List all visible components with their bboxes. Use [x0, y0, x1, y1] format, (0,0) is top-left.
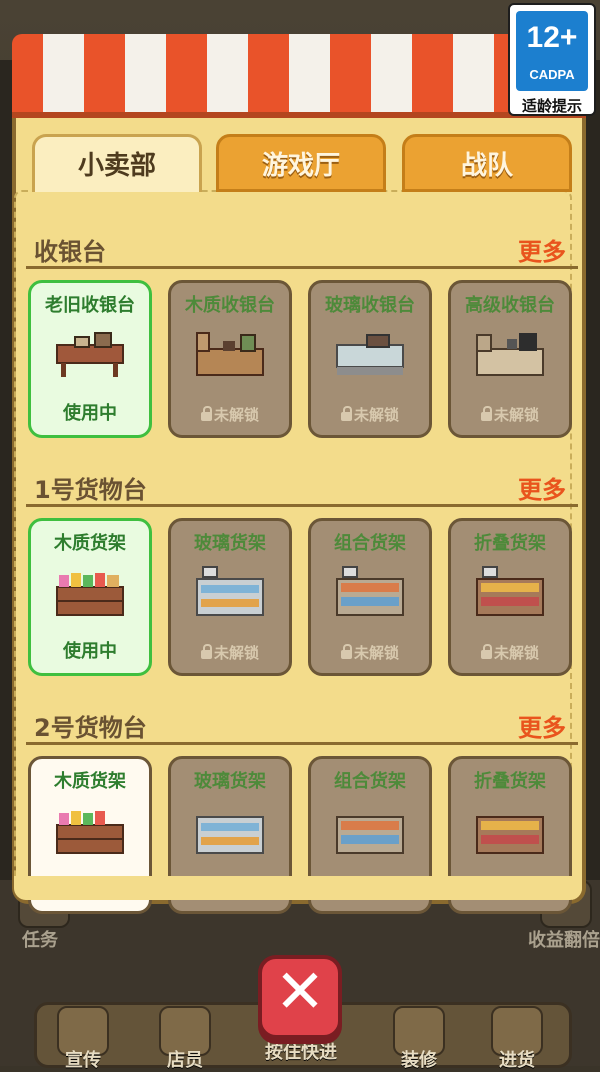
premium-cashier-desk-icon: [476, 333, 544, 376]
nav-staff-label: 店员: [167, 1050, 203, 1071]
glass-shelf-icon: [196, 816, 264, 854]
nav-staff: 店员: [142, 1006, 228, 1072]
nav-promote: 宣传: [40, 1006, 126, 1072]
item-name: 木质货架: [54, 771, 126, 792]
lock-icon: [340, 406, 352, 421]
task-label: 任务: [22, 930, 58, 951]
item-status: 未解锁: [171, 642, 289, 663]
more-cashier-link[interactable]: 更多: [518, 232, 566, 267]
item-card-glass-cashier[interactable]: 玻璃收银台 未解锁: [308, 280, 432, 438]
wood-cashier-desk-icon: [196, 332, 264, 376]
wood-shelf-icon: [56, 811, 124, 854]
item-name: 折叠货架: [474, 771, 546, 792]
item-card-premium-cashier[interactable]: 高级收银台 未解锁: [448, 280, 572, 438]
lock-icon: [340, 644, 352, 659]
nav-decorate: 装修: [376, 1006, 462, 1072]
double-income-label: 收益翻倍: [528, 930, 600, 951]
panel-bottom-edge: [14, 876, 582, 900]
item-name: 木质货架: [54, 533, 126, 554]
nav-promote-label: 宣传: [65, 1050, 101, 1071]
item-name: 老旧收银台: [45, 295, 135, 316]
item-status: 未解锁: [451, 404, 569, 425]
lock-icon: [200, 406, 212, 421]
glass-cashier-desk-icon: [336, 334, 404, 375]
section-title-shelf-1: 1号货物台: [34, 476, 147, 504]
tab-arcade[interactable]: 游戏厅: [216, 134, 386, 192]
awning-stripe: [248, 34, 289, 118]
awning-stripe: [412, 34, 453, 118]
section-title-cashier: 收银台: [34, 238, 106, 266]
nav-restock: 进货: [474, 1006, 560, 1072]
age-rating-logo: 12+ CADPA: [516, 11, 588, 91]
age-rating-org: CADPA: [529, 67, 575, 82]
lock-icon: [480, 644, 492, 659]
item-name: 折叠货架: [474, 533, 546, 554]
age-rating-tip: 适龄提示: [521, 97, 582, 115]
awning-stripe: [453, 34, 494, 118]
awning-stripe: [207, 34, 248, 118]
combo-shelf-icon: [336, 566, 404, 616]
age-rating-badge: 12+ CADPA 适龄提示: [508, 3, 596, 116]
awning-stripe: [84, 34, 125, 118]
nav-decorate-label: 装修: [401, 1050, 437, 1071]
item-name: 玻璃货架: [194, 771, 266, 792]
wood-shelf-icon: [56, 573, 124, 616]
item-card-wood-shelf[interactable]: 木质货架 使用中: [28, 518, 152, 676]
awning-stripe: [43, 34, 84, 118]
item-status: 使用中: [63, 403, 117, 424]
nav-fast-forward-label: 按住快进: [265, 1042, 337, 1063]
background-right-wall: [586, 60, 600, 880]
age-rating-value: 12+: [526, 21, 578, 54]
section-title-shelf-2: 2号货物台: [34, 714, 147, 742]
awning-stripe: [330, 34, 371, 118]
combo-shelf-icon: [336, 816, 404, 854]
item-status: 未解锁: [311, 404, 429, 425]
item-card-folding-shelf[interactable]: 折叠货架 未解锁: [448, 518, 572, 676]
tab-shop[interactable]: 小卖部: [32, 134, 202, 192]
shop-awning: [12, 34, 586, 118]
item-status: 未解锁: [311, 642, 429, 663]
glass-shelf-icon: [196, 566, 264, 616]
section-divider: [26, 742, 578, 745]
item-card-old-cashier[interactable]: 老旧收银台 使用中: [28, 280, 152, 438]
folding-shelf-icon: [476, 816, 544, 854]
item-card-combo-shelf[interactable]: 组合货架 未解锁: [308, 518, 432, 676]
item-status: 未解锁: [171, 404, 289, 425]
lock-icon: [480, 406, 492, 421]
more-shelf-1-link[interactable]: 更多: [518, 470, 566, 505]
item-name: 木质收银台: [185, 295, 275, 316]
item-status: 使用中: [63, 641, 117, 662]
item-name: 玻璃货架: [194, 533, 266, 554]
tab-team[interactable]: 战队: [402, 134, 572, 192]
awning-stripe: [289, 34, 330, 118]
item-status: 未解锁: [451, 642, 569, 663]
awning-stripe: [125, 34, 166, 118]
section-divider: [26, 266, 578, 269]
item-name: 组合货架: [334, 771, 406, 792]
awning-stripe: [166, 34, 207, 118]
close-icon: ✕: [274, 957, 326, 1027]
nav-restock-label: 进货: [499, 1050, 535, 1071]
item-name: 组合货架: [334, 533, 406, 554]
folding-shelf-icon: [476, 566, 544, 616]
old-cashier-desk-icon: [56, 332, 124, 377]
awning-stripe: [12, 34, 43, 118]
awning-stripe: [371, 34, 412, 118]
item-card-glass-shelf[interactable]: 玻璃货架 未解锁: [168, 518, 292, 676]
more-shelf-2-link[interactable]: 更多: [518, 708, 566, 743]
item-name: 玻璃收银台: [325, 295, 415, 316]
section-divider: [26, 504, 578, 507]
close-button[interactable]: ✕: [258, 955, 342, 1039]
lock-icon: [200, 644, 212, 659]
item-card-wood-cashier[interactable]: 木质收银台 未解锁: [168, 280, 292, 438]
item-name: 高级收银台: [465, 295, 555, 316]
